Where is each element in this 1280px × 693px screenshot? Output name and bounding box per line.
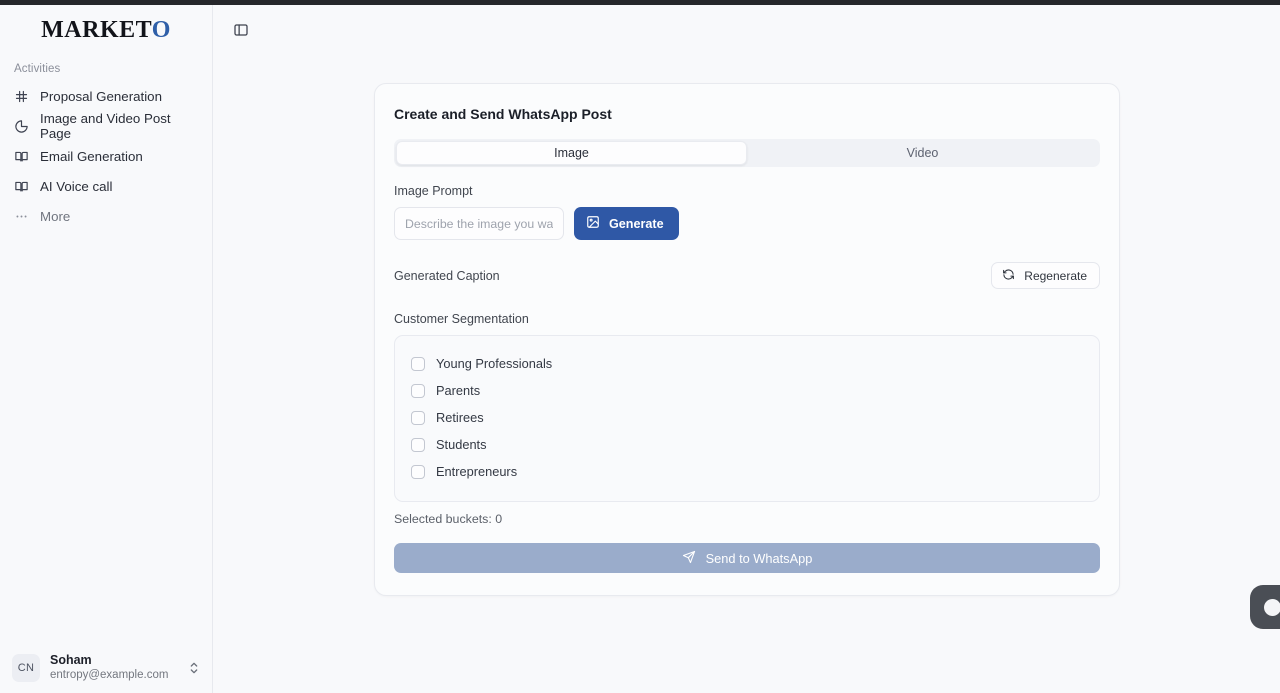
image-prompt-input[interactable] bbox=[394, 207, 564, 240]
top-bar bbox=[214, 5, 1280, 55]
segment-option-students[interactable]: Students bbox=[411, 431, 1083, 458]
sidebar-item-label: Image and Video Post Page bbox=[40, 111, 171, 141]
tab-video-label: Video bbox=[906, 146, 939, 160]
send-to-whatsapp-button[interactable]: Send to WhatsApp bbox=[394, 543, 1100, 573]
regenerate-button[interactable]: Regenerate bbox=[991, 262, 1100, 289]
ellipsis-icon bbox=[14, 209, 29, 224]
image-prompt-label: Image Prompt bbox=[394, 184, 473, 198]
user-account-button[interactable]: CN Soham entropy@example.com bbox=[0, 641, 212, 693]
frame-icon bbox=[14, 89, 29, 104]
brand-logo[interactable]: MARKETO bbox=[0, 5, 212, 51]
sidebar-toggle-icon[interactable] bbox=[228, 17, 254, 43]
sidebar-item-more[interactable]: More bbox=[0, 201, 212, 231]
checkbox[interactable] bbox=[411, 383, 425, 398]
generate-button[interactable]: Generate bbox=[574, 207, 679, 240]
card-title: Create and Send WhatsApp Post bbox=[394, 106, 612, 122]
tab-image[interactable]: Image bbox=[396, 141, 747, 165]
sidebar: MARKETO Activities Proposal Generation I… bbox=[0, 5, 213, 693]
media-type-tabs: Image Video bbox=[394, 139, 1100, 167]
segment-option-label: Students bbox=[436, 437, 487, 452]
segment-option-label: Retirees bbox=[436, 410, 484, 425]
pie-chart-icon bbox=[14, 119, 29, 134]
chat-bubble-icon[interactable] bbox=[1250, 585, 1280, 629]
segment-option-label: Entrepreneurs bbox=[436, 464, 518, 479]
chat-bubble-glyph bbox=[1263, 598, 1280, 616]
book-icon bbox=[14, 149, 29, 164]
sidebar-item-label: AI Voice call bbox=[40, 178, 113, 194]
segment-option-parents[interactable]: Parents bbox=[411, 377, 1083, 404]
generated-caption-row: Generated Caption Regenerate bbox=[394, 262, 1100, 289]
customer-segmentation-label: Customer Segmentation bbox=[394, 312, 529, 326]
segment-option-label: Parents bbox=[436, 383, 481, 398]
user-email: entropy@example.com bbox=[50, 669, 169, 682]
regenerate-button-label: Regenerate bbox=[1024, 268, 1087, 283]
checkbox[interactable] bbox=[411, 464, 425, 479]
sidebar-item-label: Proposal Generation bbox=[40, 88, 162, 104]
customer-segmentation-box: Young Professionals Parents Retirees Stu… bbox=[394, 335, 1100, 502]
checkbox[interactable] bbox=[411, 410, 425, 425]
segment-option-retirees[interactable]: Retirees bbox=[411, 404, 1083, 431]
book-icon bbox=[14, 179, 29, 194]
sidebar-item-proposal-generation[interactable]: Proposal Generation bbox=[0, 81, 212, 111]
user-name: Soham bbox=[50, 652, 92, 667]
avatar: CN bbox=[12, 653, 40, 682]
main-content: Create and Send WhatsApp Post Image Vide… bbox=[214, 5, 1280, 693]
segment-option-entrepreneurs[interactable]: Entrepreneurs bbox=[411, 458, 1083, 485]
segment-option-young-professionals[interactable]: Young Professionals bbox=[411, 350, 1083, 377]
sidebar-item-label: Email Generation bbox=[40, 148, 143, 164]
generated-caption-label: Generated Caption bbox=[394, 268, 500, 283]
sidebar-item-ai-voice-call[interactable]: AI Voice call bbox=[0, 171, 212, 201]
sidebar-item-email-generation[interactable]: Email Generation bbox=[0, 141, 212, 171]
send-to-whatsapp-label: Send to WhatsApp bbox=[705, 550, 813, 566]
send-icon bbox=[682, 550, 696, 567]
segment-option-label: Young Professionals bbox=[436, 356, 553, 371]
selected-buckets-count: Selected buckets: 0 bbox=[394, 512, 503, 526]
sidebar-nav: Proposal Generation Image and Video Post… bbox=[0, 81, 212, 231]
sidebar-item-image-and-video-post-page[interactable]: Image and Video Post Page bbox=[0, 111, 212, 141]
chevron-up-down-icon bbox=[186, 660, 202, 676]
checkbox[interactable] bbox=[411, 437, 425, 452]
refresh-icon bbox=[1002, 268, 1015, 284]
tab-video[interactable]: Video bbox=[747, 141, 1098, 165]
sidebar-item-label: More bbox=[40, 208, 71, 224]
image-icon bbox=[586, 215, 600, 232]
brand-logo-main: MARKET bbox=[41, 17, 152, 43]
whatsapp-post-card: Create and Send WhatsApp Post Image Vide… bbox=[374, 83, 1120, 596]
sidebar-section-label: Activities bbox=[14, 63, 61, 75]
checkbox[interactable] bbox=[411, 356, 425, 371]
generate-button-label: Generate bbox=[609, 216, 664, 231]
user-info: Soham entropy@example.com bbox=[50, 653, 176, 683]
tab-image-label: Image bbox=[554, 146, 589, 160]
image-prompt-row: Generate bbox=[394, 207, 1100, 240]
top-strip bbox=[0, 0, 1280, 5]
brand-logo-accent: O bbox=[151, 17, 171, 43]
